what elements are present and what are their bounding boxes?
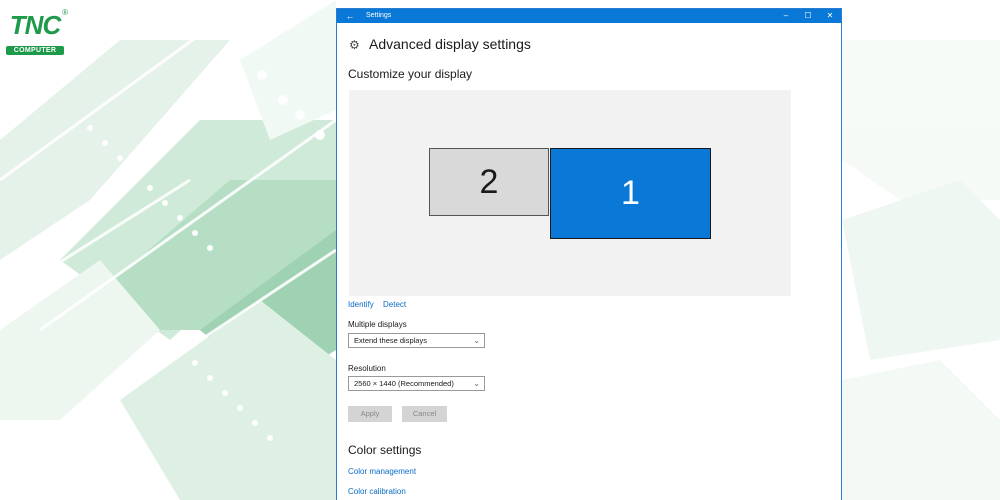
apply-button[interactable]: Apply	[348, 406, 392, 422]
page-title: Advanced display settings	[369, 36, 531, 52]
multiple-displays-select[interactable]: Extend these displays ⌄	[348, 333, 485, 348]
close-icon[interactable]: ✕	[819, 9, 841, 23]
cancel-button[interactable]: Cancel	[402, 406, 447, 422]
resolution-select[interactable]: 2560 × 1440 (Recommended) ⌄	[348, 376, 485, 391]
gear-icon: ⚙	[349, 38, 360, 52]
monitor-1[interactable]: 1	[550, 148, 711, 239]
customize-heading: Customize your display	[348, 67, 473, 81]
color-management-link[interactable]: Color management	[348, 467, 416, 476]
chevron-down-icon: ⌄	[473, 336, 480, 345]
multiple-displays-value: Extend these displays	[354, 336, 427, 345]
maximize-icon[interactable]: ☐	[797, 9, 819, 23]
color-settings-heading: Color settings	[348, 443, 422, 457]
minimize-icon[interactable]: –	[775, 9, 797, 23]
page-title-row: ⚙ Advanced display settings	[349, 36, 531, 52]
logo-text: TNC	[9, 10, 61, 40]
tnc-logo: TNC ® COMPUTER	[6, 6, 68, 60]
logo-subtitle: COMPUTER	[6, 46, 64, 55]
title-bar: ← Settings – ☐ ✕	[337, 9, 841, 23]
display-arrangement-area: 2 1	[349, 90, 791, 296]
multiple-displays-label: Multiple displays	[348, 320, 407, 329]
chevron-down-icon: ⌄	[473, 379, 480, 388]
logo-registered-mark: ®	[62, 8, 68, 17]
detect-link[interactable]: Detect	[383, 300, 406, 309]
resolution-value: 2560 × 1440 (Recommended)	[354, 379, 454, 388]
back-arrow-icon[interactable]: ←	[343, 9, 357, 23]
window-title: Settings	[366, 12, 392, 19]
monitor-2[interactable]: 2	[429, 148, 549, 216]
color-calibration-link[interactable]: Color calibration	[348, 487, 406, 496]
settings-window: ← Settings – ☐ ✕ ⚙ Advanced display setti…	[336, 8, 842, 500]
resolution-label: Resolution	[348, 364, 386, 373]
identify-link[interactable]: Identify	[348, 300, 374, 309]
